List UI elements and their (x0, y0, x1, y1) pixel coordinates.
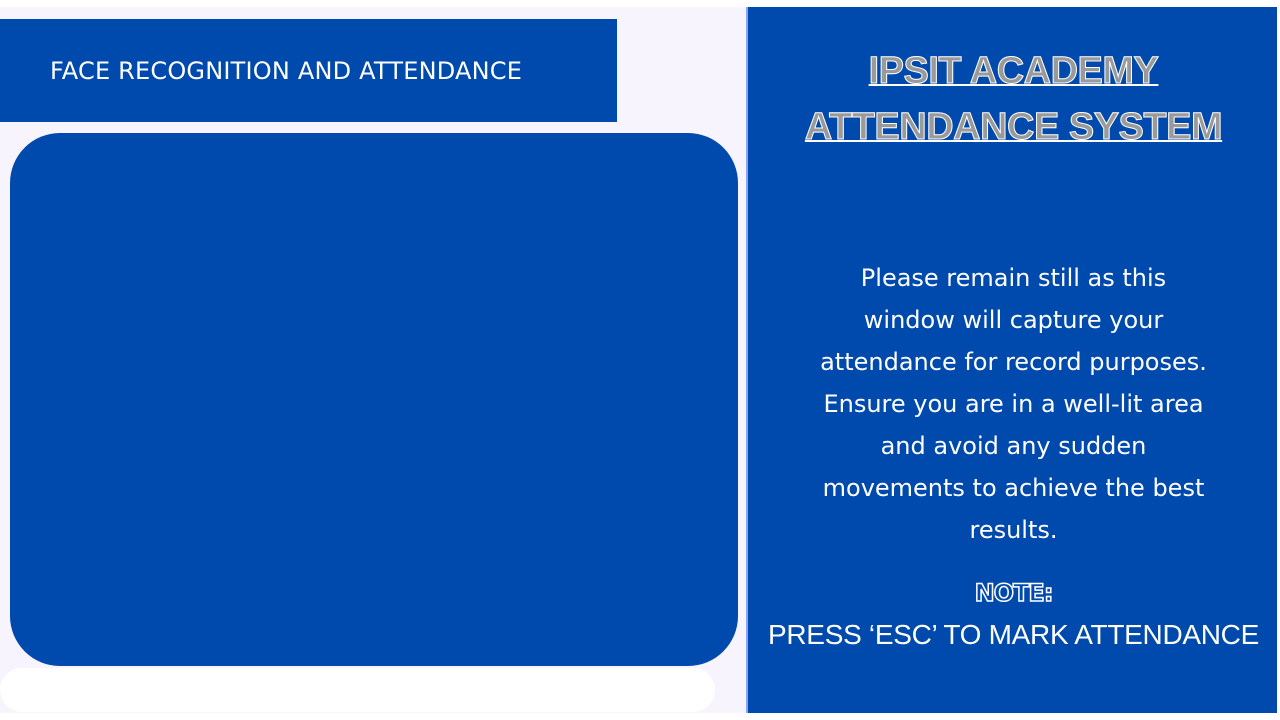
academy-title-line: IPSIT ACADEMY (868, 50, 1159, 93)
academy-title: IPSIT ACADEMY ATTENDANCE SYSTEM (748, 43, 1279, 155)
instructions-line: results. (969, 516, 1058, 544)
header-banner: FACE RECOGNITION AND ATTENDANCE (0, 19, 617, 122)
instructions-line: window will capture your (863, 306, 1164, 334)
attendance-window: FACE RECOGNITION AND ATTENDANCE IPSIT AC… (0, 0, 1280, 720)
note-label: NOTE: (974, 578, 1054, 608)
instructions-line: movements to achieve the best (822, 474, 1205, 502)
camera-feed-frame (10, 133, 738, 666)
instructions-line: attendance for record purposes. (820, 348, 1207, 376)
note-text: PRESS ‘ESC’ TO MARK ATTENDANCE (768, 619, 1259, 650)
info-panel: IPSIT ACADEMY ATTENDANCE SYSTEM Please r… (746, 7, 1277, 713)
instructions-text: Please remain still as this window will … (748, 257, 1279, 551)
status-bar (0, 668, 715, 712)
page-title: FACE RECOGNITION AND ATTENDANCE (50, 56, 523, 85)
instructions-line: Ensure you are in a well-lit area (823, 390, 1204, 418)
instructions-line: and avoid any sudden (880, 432, 1147, 460)
instructions-line: Please remain still as this (860, 264, 1167, 292)
academy-title-line: ATTENDANCE SYSTEM (804, 106, 1223, 149)
